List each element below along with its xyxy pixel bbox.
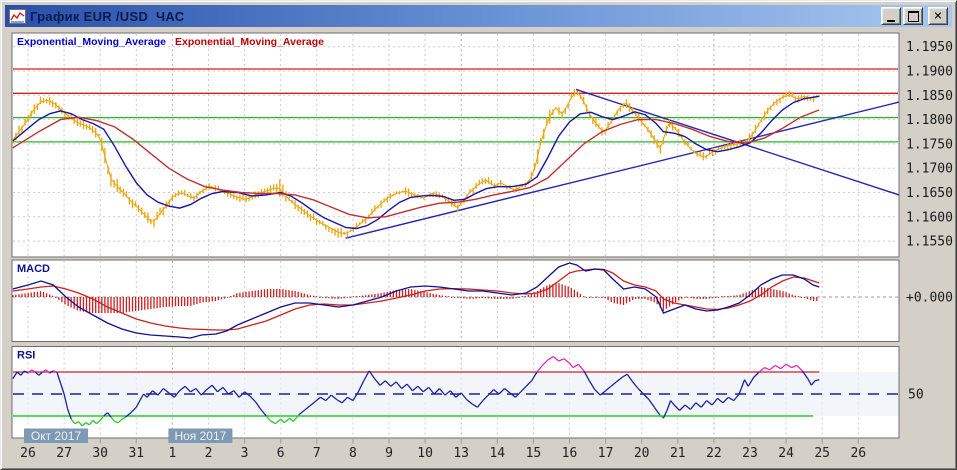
x-axis-label: 15	[526, 446, 542, 461]
x-axis-label: 7	[313, 446, 321, 461]
rsi-title: RSI	[17, 350, 35, 362]
x-axis-label: 22	[706, 446, 722, 461]
maximize-button[interactable]	[903, 7, 923, 25]
rsi-mid-label: 50	[908, 388, 924, 403]
x-axis-label: 31	[128, 446, 144, 461]
main-panel[interactable]	[11, 32, 900, 258]
x-axis-label: 26	[850, 446, 866, 461]
window-controls: ✕	[881, 7, 950, 25]
y-axis-label: 1.1600	[906, 210, 953, 225]
x-axis-label: 20	[634, 446, 650, 461]
month-label: Окт 2017	[31, 429, 82, 443]
x-axis-label: 9	[385, 446, 393, 461]
y-axis-label: 1.1550	[906, 235, 953, 250]
title-bar[interactable]: График EUR /USD ЧАС ✕	[5, 5, 952, 27]
macd-title: MACD	[17, 263, 50, 275]
close-button[interactable]: ✕	[928, 7, 948, 25]
y-axis-label: 1.1850	[906, 89, 953, 104]
y-axis-label: 1.1700	[906, 162, 953, 177]
legend-ema-slow: Exponential_Moving_Average	[175, 36, 324, 48]
y-axis-label: 1.1650	[906, 186, 953, 201]
x-axis-label: 23	[742, 446, 758, 461]
x-axis-label: 8	[349, 446, 357, 461]
x-axis-label: 3	[241, 446, 249, 461]
x-axis-label: 21	[670, 446, 686, 461]
macd-zero-label: +0.000	[906, 291, 953, 306]
close-icon: ✕	[933, 9, 943, 22]
month-label: Ноя 2017	[174, 429, 226, 443]
x-axis-label: 2	[205, 446, 213, 461]
x-axis-label: 24	[778, 446, 794, 461]
chart-icon	[9, 8, 26, 24]
legend-ema-fast: Exponential_Moving_Average	[17, 36, 166, 48]
x-axis-label: 17	[598, 446, 614, 461]
maximize-icon	[907, 10, 919, 22]
x-axis-label: 27	[56, 446, 72, 461]
y-axis-label: 1.1950	[906, 40, 953, 55]
x-axis-label: 30	[92, 446, 108, 461]
minimize-button[interactable]	[881, 7, 901, 25]
y-axis-label: 1.1800	[906, 113, 953, 128]
x-axis-label: 14	[489, 446, 505, 461]
y-axis-label: 1.1900	[906, 65, 953, 80]
price-axis: 1.1950 1.1900 1.1850 1.1800 1.1750 1.1700 1.16…	[906, 40, 953, 249]
price-chart-canvas[interactable]: Exponential_Moving_Average Exponential_Mo…	[1, 1, 957, 470]
window-title: График EUR /USD ЧАС	[30, 8, 185, 24]
x-axis-label: 13	[453, 446, 469, 461]
x-axis-label: 25	[814, 446, 830, 461]
minimize-icon	[887, 11, 895, 22]
x-axis-label: 10	[417, 446, 433, 461]
x-axis-label: 6	[277, 446, 285, 461]
x-axis-label: 26	[20, 446, 36, 461]
y-axis-label: 1.1750	[906, 137, 953, 152]
x-axis-label: 1	[168, 446, 176, 461]
chart-window: Exponential_Moving_Average Exponential_Mo…	[0, 0, 957, 470]
x-axis-label: 16	[562, 446, 578, 461]
